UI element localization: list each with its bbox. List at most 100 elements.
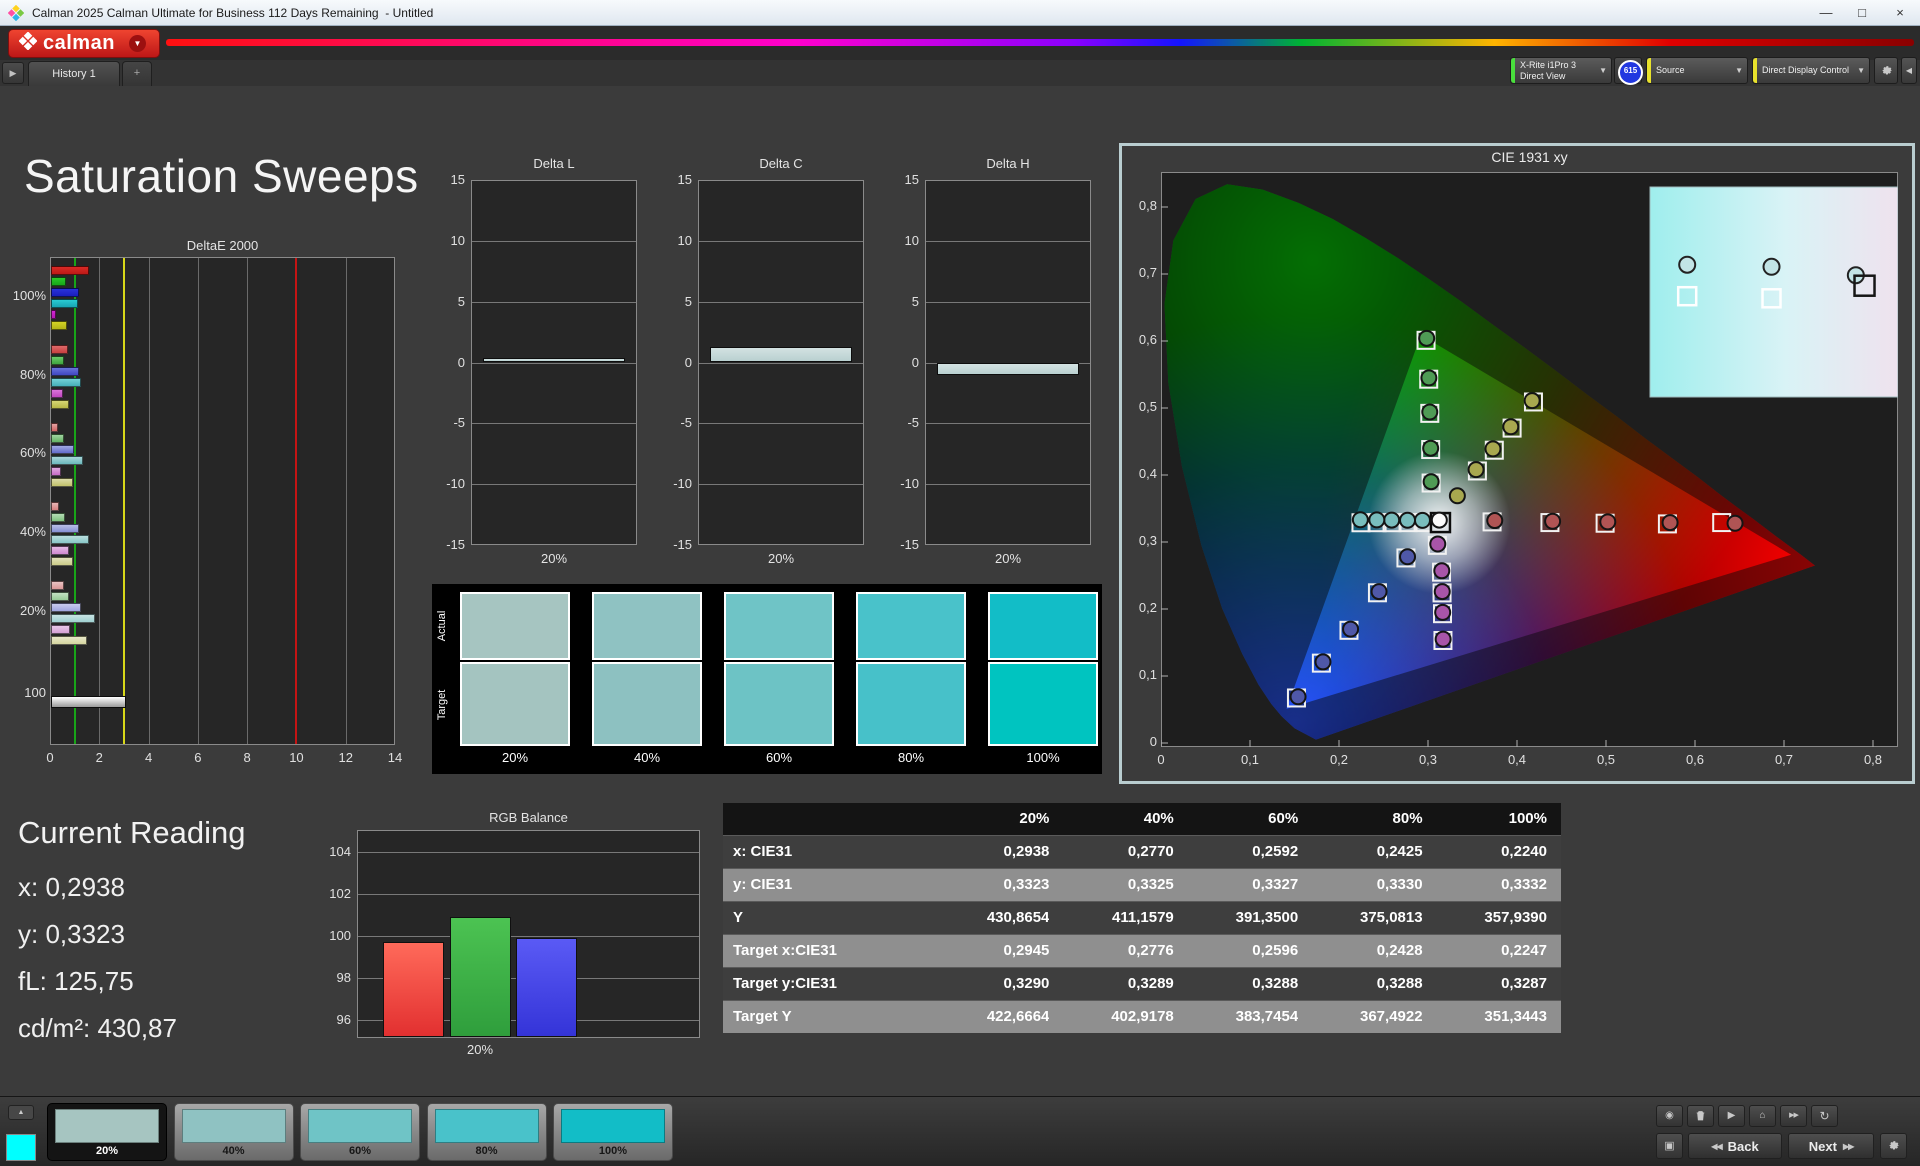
delta_h-y-tick-label: -15 — [900, 537, 919, 552]
deltae-bar-20%-magenta — [51, 625, 71, 634]
delta_c-y-tick-label: -5 — [680, 415, 692, 431]
delta_h-x-label: 20% — [994, 551, 1022, 566]
calman-menu-button[interactable]: calman ▼ — [8, 29, 160, 58]
target-patch-80%[interactable]: 80% — [426, 1103, 547, 1161]
delta_c-gridline — [699, 362, 863, 364]
target-swatch-100% — [988, 662, 1098, 746]
cie-measured-point — [1434, 603, 1452, 621]
chevron-down-icon: ▼ — [1857, 66, 1865, 75]
patch-swatch — [561, 1109, 665, 1143]
display-control-dropdown[interactable]: Direct Display Control ▼ — [1752, 57, 1870, 84]
delta_l-y-tick-label: -5 — [453, 415, 465, 431]
next-label: Next — [1808, 1138, 1837, 1154]
table-column-header: 20% — [1019, 810, 1050, 827]
target-patch-100%[interactable]: 100% — [553, 1103, 673, 1161]
table-cell: 430,8654 — [986, 909, 1050, 926]
delta_c-title: Delta C — [759, 156, 803, 171]
eye-toggle-button[interactable]: ◉ — [1656, 1105, 1683, 1127]
bottom-bar: ▲ ◉ ▶ ⌂ ▶▶ ↻ ▣ ◀◀ Back Next ▶▶ 20% 40% 60%… — [0, 1096, 1920, 1166]
cie-measured-point — [1351, 511, 1369, 529]
delta_l-title: Delta L — [533, 156, 575, 171]
cie-measured-point — [1413, 511, 1431, 529]
table-cell: 391,3500 — [1235, 909, 1299, 926]
deltae-bar-60%-yellow — [51, 478, 73, 487]
delta_l-gridline — [472, 301, 636, 303]
cie-measured-point — [1433, 583, 1451, 601]
gear-icon — [1881, 66, 1892, 75]
fast-forward-button[interactable]: ▶▶ — [1780, 1105, 1807, 1127]
meter-badge-segment: 615 — [1614, 57, 1643, 85]
tab-scroll-button[interactable]: ▶ — [2, 62, 24, 84]
cie-measured-point — [1422, 473, 1440, 491]
delta_c-y-tick-label: -10 — [673, 476, 692, 492]
delta_c-gridline — [699, 301, 863, 303]
settings-button[interactable] — [1874, 57, 1898, 84]
deltae-bar-60%-magenta — [51, 467, 61, 476]
deltae-bar-60%-red — [51, 423, 59, 432]
deltae-group-label: 60% — [19, 445, 46, 460]
delete-readings-button[interactable] — [1687, 1105, 1714, 1127]
rgb-gridline — [358, 936, 699, 937]
cie-measured-point — [1661, 514, 1679, 532]
cie-measured-point — [1430, 511, 1448, 529]
deltae-x-tick-label: 0 — [46, 750, 54, 765]
table-cell: 351,3443 — [1484, 1008, 1547, 1025]
deltae-x-tick-label: 12 — [338, 750, 353, 765]
patch-label: 20% — [95, 1145, 119, 1157]
target-patch-40%[interactable]: 40% — [173, 1103, 294, 1161]
delta_h-gridline — [926, 301, 1090, 303]
cie-measured-point — [1434, 630, 1452, 648]
deltae-gridline — [99, 258, 101, 744]
bottom-settings-button[interactable] — [1880, 1133, 1907, 1159]
tab-history-1[interactable]: History 1 — [28, 61, 120, 86]
target-patch-20%[interactable]: 20% — [47, 1103, 167, 1161]
frame-select-button[interactable]: ▣ — [1656, 1133, 1683, 1159]
deltae-bar-40%-magenta — [51, 546, 70, 555]
minimize-button[interactable]: — — [1808, 0, 1844, 25]
cie-measured-point — [1418, 329, 1436, 347]
cie-measured-point — [1289, 688, 1307, 706]
window-titlebar: Calman 2025 Calman Ultimate for Business… — [0, 0, 1920, 26]
deltae-x-tick-label: 10 — [289, 750, 304, 765]
meter-dropdown[interactable]: X-Rite i1Pro 3 Direct View ▼ — [1510, 57, 1612, 84]
cie-x-tick-label: 0,8 — [1863, 752, 1883, 767]
cie-y-tick-label: 0,3 — [1138, 533, 1157, 548]
back-button[interactable]: ◀◀ Back — [1688, 1133, 1782, 1159]
swatch-level-label: 60% — [765, 750, 793, 765]
table-cell: 0,2596 — [1252, 942, 1299, 959]
rgb-gridline — [358, 852, 699, 853]
delta_h-y-tick-label: 5 — [911, 293, 919, 309]
table-cell: 0,2945 — [1003, 942, 1050, 959]
add-tab-button[interactable]: + — [122, 61, 152, 86]
delta_h-bar — [937, 362, 1079, 375]
deltae-group-label: 100% — [12, 288, 46, 303]
close-button[interactable]: × — [1882, 0, 1918, 25]
play-button[interactable]: ▶ — [1718, 1105, 1745, 1127]
deltae-bar-20%-blue — [51, 603, 81, 612]
delta_l-y-tick-label: -10 — [446, 476, 465, 492]
deltae-bar-80%-yellow — [51, 400, 70, 409]
deltae-x-tick-label: 2 — [95, 750, 103, 765]
collapse-panel-button[interactable]: ◀ — [1901, 57, 1917, 84]
delta_l-y-tick-label: 10 — [450, 232, 465, 248]
deltae-bar-100%-yellow — [51, 321, 68, 330]
home-button[interactable]: ⌂ — [1749, 1105, 1776, 1127]
delta_c-y-tick-label: 0 — [684, 354, 692, 370]
actual-swatch-20% — [460, 592, 570, 660]
refresh-button[interactable]: ↻ — [1811, 1105, 1838, 1127]
cie-measured-point — [1544, 512, 1562, 530]
target-swatch-60% — [724, 662, 834, 746]
maximize-button[interactable]: □ — [1844, 0, 1880, 25]
cie-measured-point — [1467, 461, 1485, 479]
cie-measured-point — [1484, 440, 1502, 458]
delta_l-x-label: 20% — [540, 551, 568, 566]
target-patch-60%[interactable]: 60% — [300, 1103, 420, 1161]
patch-label: 40% — [222, 1145, 245, 1157]
cie-y-tick-label: 0,5 — [1138, 399, 1157, 414]
source-dropdown[interactable]: Source ▼ — [1646, 57, 1748, 84]
collapse-up-button[interactable]: ▲ — [8, 1105, 34, 1120]
next-button[interactable]: Next ▶▶ — [1788, 1133, 1874, 1159]
deltae-gridline — [345, 258, 347, 744]
live-color-swatch — [6, 1134, 36, 1161]
rgb-bar-blue — [516, 938, 577, 1037]
